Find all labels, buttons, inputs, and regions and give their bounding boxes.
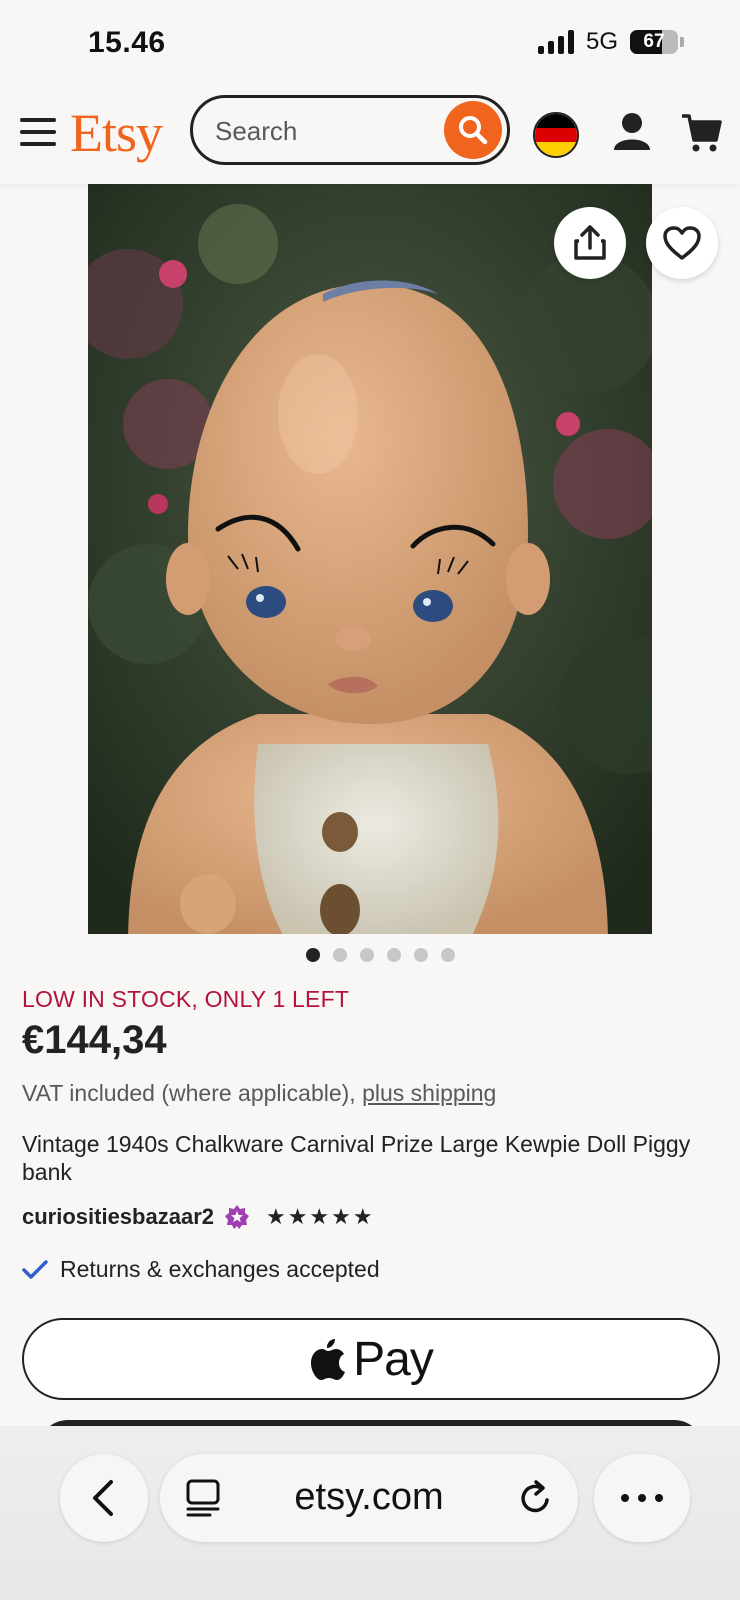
kewpie-doll-photo xyxy=(88,184,652,934)
battery-tip xyxy=(680,37,684,47)
battery-label: 67 xyxy=(643,31,665,52)
more-icon xyxy=(621,1494,663,1502)
etsy-logo[interactable]: Etsy xyxy=(70,102,163,164)
search-bar xyxy=(190,95,510,165)
carousel-dot[interactable] xyxy=(386,948,401,962)
star-seller-badge-icon xyxy=(224,1205,249,1229)
price: €144,34 xyxy=(22,1018,167,1062)
image-carousel-dots xyxy=(0,948,740,962)
carousel-dot[interactable] xyxy=(305,948,320,962)
checkmark-icon xyxy=(22,1259,48,1279)
carousel-dot[interactable] xyxy=(359,948,374,962)
favorite-button[interactable] xyxy=(646,207,718,279)
flag-stripe-gold xyxy=(535,141,577,156)
shipping-link[interactable]: plus shipping xyxy=(362,1080,496,1106)
stock-notice: LOW IN STOCK, ONLY 1 LEFT xyxy=(22,986,350,1012)
share-button[interactable] xyxy=(554,207,626,279)
listing-title: Vintage 1940s Chalkware Carnival Prize L… xyxy=(22,1131,691,1185)
menu-icon[interactable] xyxy=(20,118,56,146)
apple-logo-icon xyxy=(311,1339,346,1380)
address-bar[interactable]: etsy.com xyxy=(160,1454,578,1542)
signal-icon xyxy=(537,30,574,54)
reload-icon[interactable] xyxy=(516,1478,554,1518)
carousel-dot[interactable] xyxy=(332,948,347,962)
back-icon xyxy=(93,1480,113,1516)
search-button[interactable] xyxy=(444,101,502,159)
account-icon[interactable] xyxy=(612,110,652,154)
site-header: Etsy xyxy=(0,88,740,184)
germany-flag-icon[interactable] xyxy=(533,112,579,158)
battery-icon: 67 xyxy=(630,30,678,54)
returns-info: Returns & exchanges accepted xyxy=(22,1256,380,1283)
vat-text: VAT included (where applicable), xyxy=(22,1080,363,1106)
apple-pay-label: Pay xyxy=(353,1332,434,1386)
search-input[interactable] xyxy=(213,98,427,164)
flag-stripe-black xyxy=(535,114,577,128)
status-bar: 15.46 5G 67 xyxy=(0,0,740,88)
shop-name-link[interactable]: curiositiesbazaar2 xyxy=(22,1204,214,1230)
back-button[interactable] xyxy=(60,1454,148,1542)
shop-row: curiositiesbazaar2 ★★★★★ xyxy=(22,1204,375,1230)
status-indicators: 5G 67 xyxy=(537,28,684,56)
browser-toolbar: etsy.com xyxy=(0,1426,740,1600)
vat-info: VAT included (where applicable), plus sh… xyxy=(22,1080,496,1107)
share-icon xyxy=(574,225,606,260)
rating-stars[interactable]: ★★★★★ xyxy=(266,1204,375,1230)
carousel-dot[interactable] xyxy=(440,948,455,962)
network-label: 5G xyxy=(585,28,618,55)
apple-pay-button[interactable]: Pay xyxy=(22,1318,720,1400)
heart-icon xyxy=(663,226,701,260)
search-icon xyxy=(459,116,488,145)
flag-stripe-red xyxy=(535,127,577,142)
carousel-dot[interactable] xyxy=(413,948,428,962)
status-time: 15.46 xyxy=(88,26,166,59)
product-image[interactable] xyxy=(88,184,652,934)
cart-icon[interactable] xyxy=(680,110,722,154)
returns-text: Returns & exchanges accepted xyxy=(60,1256,380,1282)
more-button[interactable] xyxy=(594,1454,690,1542)
